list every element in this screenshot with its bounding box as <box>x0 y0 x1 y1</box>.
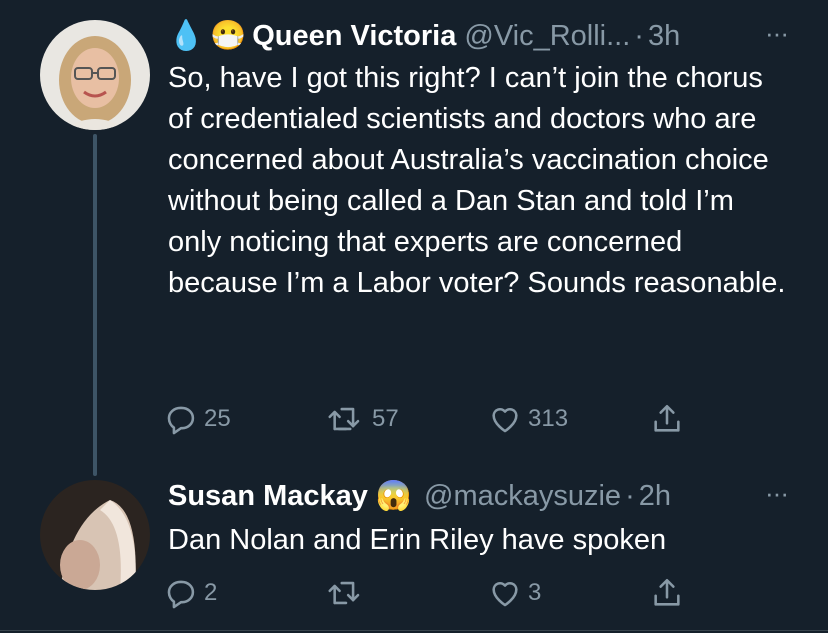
retweet-button[interactable] <box>326 576 488 610</box>
avatar-image <box>40 20 150 130</box>
timestamp[interactable]: 3h <box>648 20 680 53</box>
avatar[interactable] <box>40 480 150 590</box>
more-options-icon[interactable]: ··· <box>765 18 789 49</box>
reply-button[interactable]: 2 <box>164 576 326 610</box>
tweet-actions: 25 57 313 <box>164 402 684 436</box>
retweet-icon <box>326 402 360 436</box>
share-button[interactable] <box>650 576 684 610</box>
display-name[interactable]: Queen Victoria <box>252 20 456 53</box>
screaming-face-emoji: 😱 <box>375 480 412 512</box>
tweet-text: So, have I got this right? I can’t join … <box>168 62 786 299</box>
avatar-image <box>40 480 150 590</box>
like-count: 3 <box>528 579 542 606</box>
like-button[interactable]: 313 <box>488 402 650 436</box>
mask-face-emoji: 😷 <box>210 20 247 52</box>
reply-icon <box>167 580 195 609</box>
tweet-susan-mackay[interactable]: Susan Mackay 😱 @mackaysuzie · 2h ··· Dan… <box>0 470 828 633</box>
tweet-text: Dan Nolan and Erin Riley have spoken <box>168 524 667 556</box>
reply-icon <box>167 406 195 435</box>
reply-count: 2 <box>204 579 218 606</box>
display-name[interactable]: Susan Mackay <box>168 480 368 513</box>
reply-button[interactable]: 25 <box>164 402 326 436</box>
retweet-button[interactable]: 57 <box>326 402 488 436</box>
separator-dot: · <box>634 19 644 52</box>
reply-count: 25 <box>204 405 231 432</box>
retweet-count: 57 <box>372 405 399 432</box>
user-handle[interactable]: @Vic_Rolli... <box>464 20 630 53</box>
tweet-queen-victoria[interactable]: 💧 😷 Queen Victoria @Vic_Rolli... · 3h ··… <box>0 0 828 476</box>
tweet-actions: 2 3 <box>164 576 684 610</box>
retweet-icon <box>328 581 360 605</box>
separator-dot: · <box>625 479 635 512</box>
thread-line <box>93 134 97 476</box>
tweet-header: Susan Mackay 😱 @mackaysuzie · 2h <box>168 478 671 514</box>
timestamp[interactable]: 2h <box>639 480 671 513</box>
like-button[interactable]: 3 <box>488 576 650 610</box>
share-icon <box>654 578 680 606</box>
user-handle[interactable]: @mackaysuzie <box>424 480 621 513</box>
share-button[interactable] <box>650 402 684 436</box>
divider <box>0 630 828 631</box>
like-count: 313 <box>528 405 569 432</box>
droplet-emoji: 💧 <box>168 20 205 52</box>
heart-icon <box>492 581 518 607</box>
share-icon <box>654 404 680 432</box>
tweet-header: 💧 😷 Queen Victoria @Vic_Rolli... · 3h <box>168 18 680 54</box>
avatar[interactable] <box>40 20 150 130</box>
more-options-icon[interactable]: ··· <box>765 478 789 509</box>
heart-icon <box>492 407 518 433</box>
